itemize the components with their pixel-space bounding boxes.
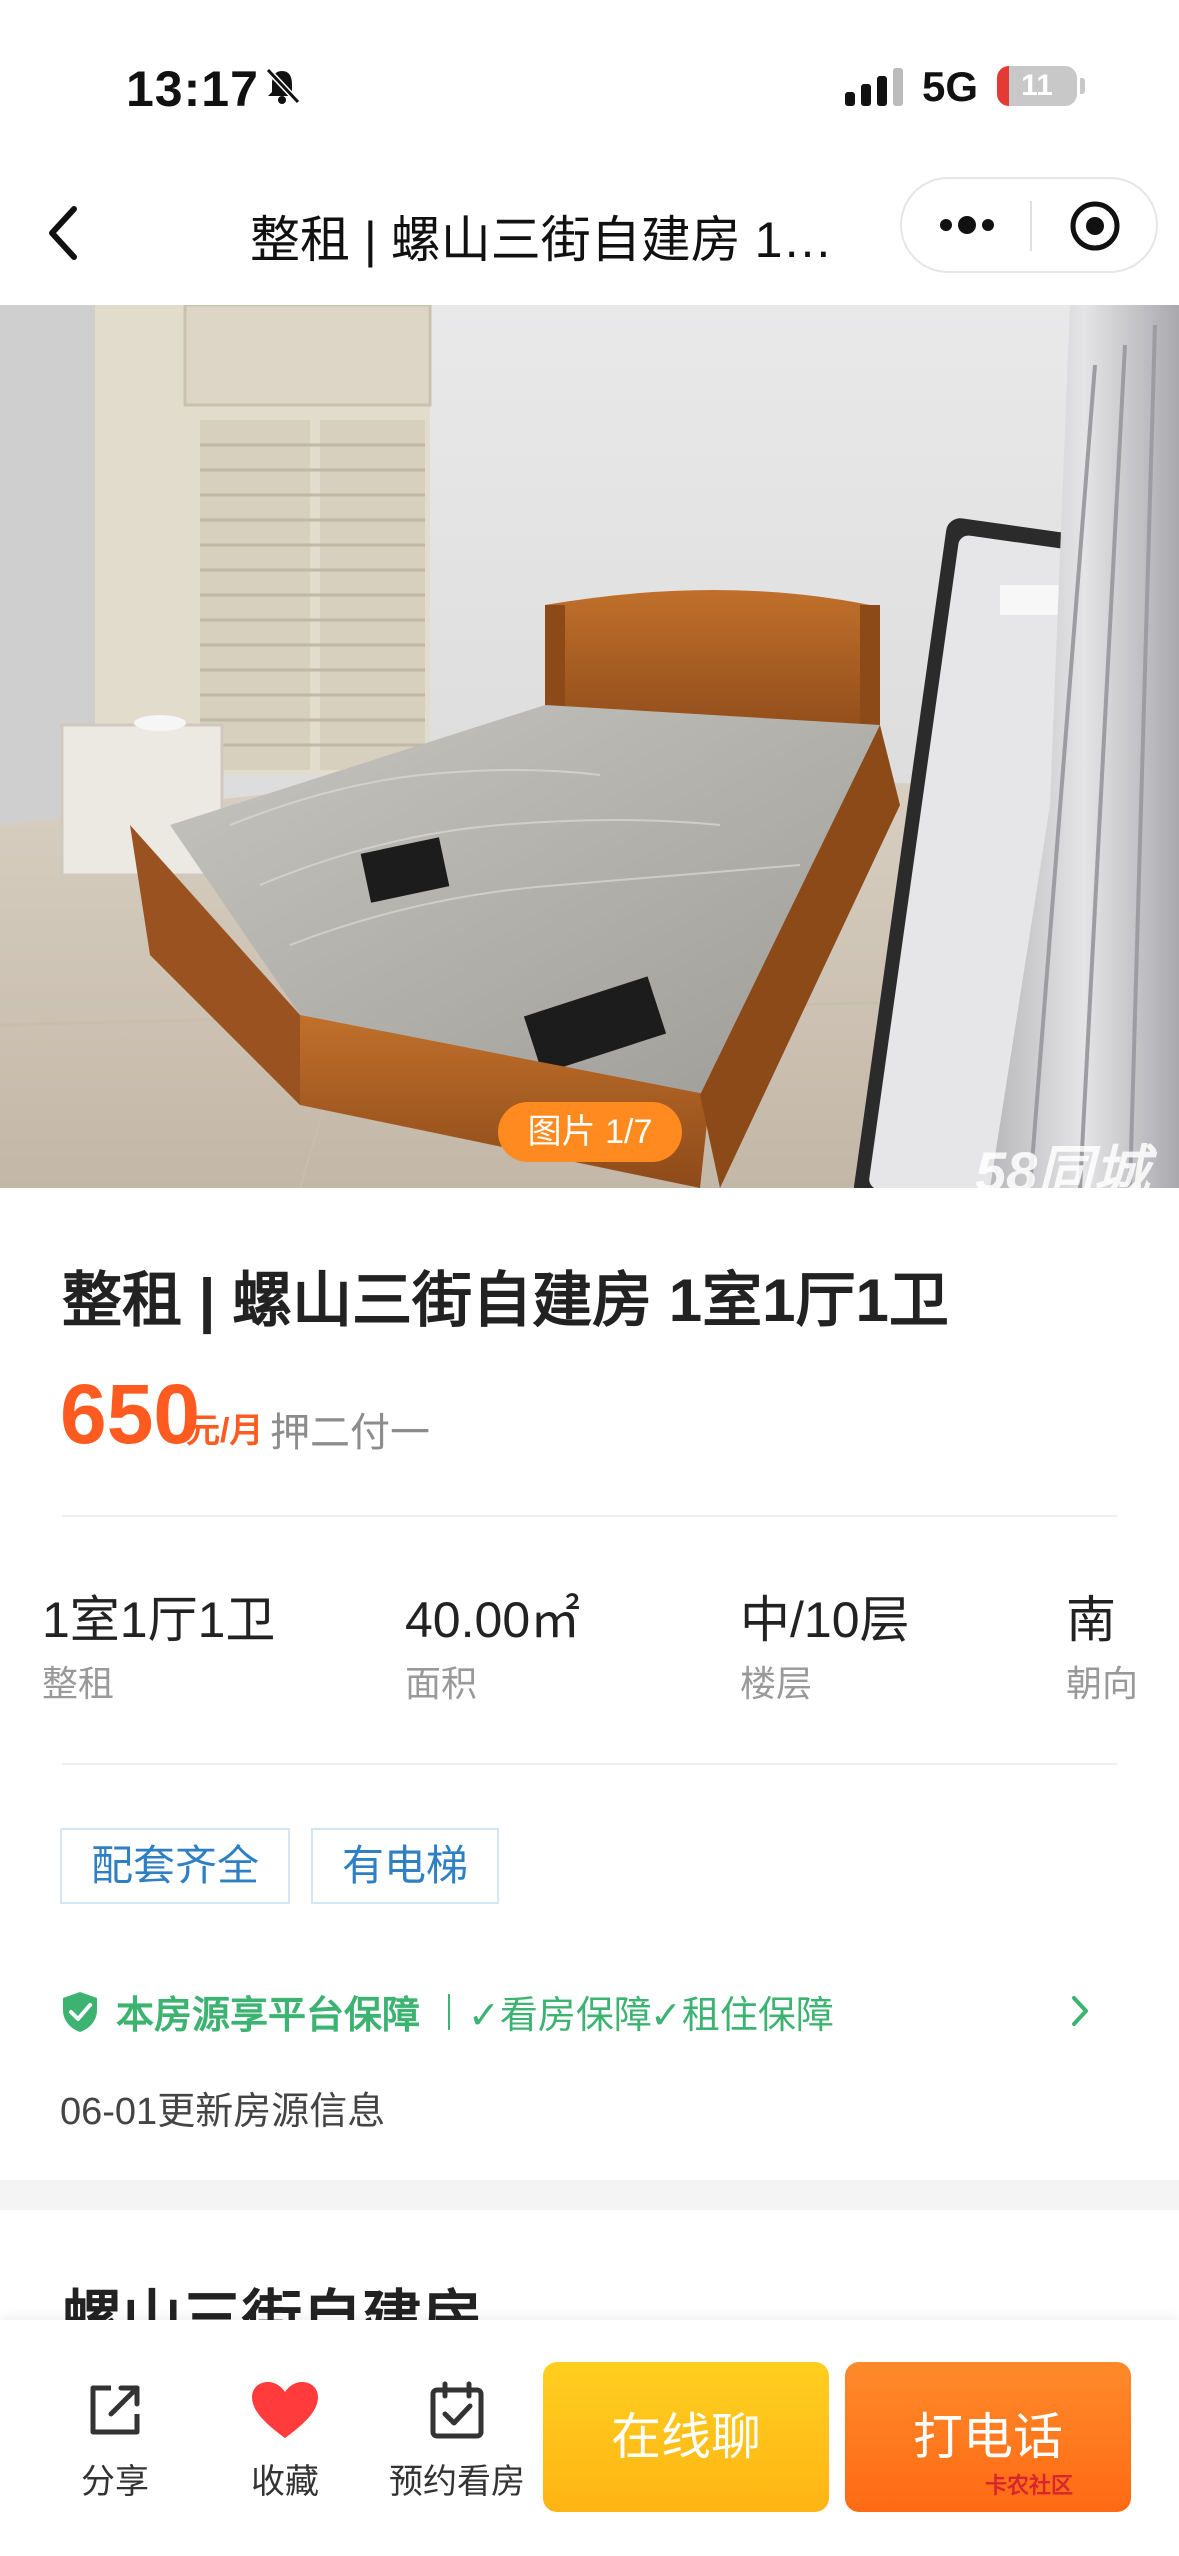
chevron-right-icon	[1072, 1996, 1088, 2026]
calendar-check-icon	[430, 2381, 484, 2439]
shield-check-icon	[63, 1992, 97, 2032]
battery-icon: 11	[997, 66, 1077, 106]
signal-icon	[845, 68, 903, 106]
favorite-label: 收藏	[251, 2463, 319, 2501]
price-unit: 元/月	[186, 1412, 264, 1450]
divider	[62, 1515, 1117, 1517]
status-bar: 13:17 5G 11	[0, 0, 1179, 165]
mini-program-capsule	[900, 177, 1158, 273]
close-target-icon[interactable]	[1068, 199, 1122, 253]
update-notice: 06-01更新房源信息	[60, 2091, 386, 2133]
bottom-action-bar: 分享 收藏 预约看房 在线聊 打电话 卡农社区	[0, 2320, 1179, 2556]
listing-title: 整租 | 螺山三街自建房 1室1厅1卫	[62, 1267, 949, 1334]
spec-orientation-label: 朝向	[1066, 1663, 1139, 1704]
price-value: 650	[60, 1367, 201, 1461]
bedroom-photo	[0, 305, 1179, 1188]
nav-title: 整租 | 螺山三街自建房 1…	[250, 212, 833, 268]
spec-area-value: 40.00㎡	[405, 1592, 581, 1648]
payment-terms: 押二付一	[270, 1411, 430, 1455]
spec-floor-value: 中/10层	[740, 1592, 910, 1648]
back-icon[interactable]	[44, 203, 84, 263]
more-icon[interactable]	[940, 213, 1000, 236]
spec-layout-label: 整租	[42, 1663, 115, 1704]
bell-muted-icon	[265, 67, 301, 105]
share-button[interactable]: 分享	[45, 2380, 185, 2503]
nav-bar: 整租 | 螺山三街自建房 1…	[0, 165, 1179, 305]
network-type: 5G	[922, 63, 979, 110]
heart-icon	[252, 2382, 318, 2438]
spec-floor-label: 楼层	[740, 1663, 813, 1704]
listing-photo[interactable]: 图片 1/7 58同城	[0, 305, 1179, 1188]
share-icon	[90, 2385, 140, 2435]
spec-layout-value: 1室1厅1卫	[42, 1592, 276, 1648]
chat-online-button[interactable]: 在线聊	[543, 2362, 829, 2512]
share-label: 分享	[81, 2463, 149, 2501]
corner-watermark: 卡农社区	[985, 2473, 1074, 2498]
divider	[62, 1763, 1117, 1765]
watermark-logo: 58同城	[975, 1140, 1150, 1188]
platform-guarantee-row[interactable]: 本房源享平台保障 ✓看房保障 ✓租住保障	[60, 1980, 1120, 2040]
section-gap	[0, 2180, 1179, 2210]
guarantee-viewing: ✓看房保障	[468, 1995, 652, 2037]
guarantee-renting: ✓租住保障	[650, 1995, 834, 2037]
spec-area-label: 面积	[405, 1663, 478, 1704]
tag-furnished: 配套齐全	[60, 1828, 290, 1904]
photo-counter-badge: 图片 1/7	[498, 1102, 682, 1162]
battery-level: 11	[1021, 69, 1053, 102]
tag-elevator: 有电梯	[311, 1828, 499, 1904]
favorite-button[interactable]: 收藏	[215, 2380, 355, 2503]
separator	[448, 1994, 450, 2030]
spec-orientation-value: 南	[1066, 1592, 1116, 1648]
schedule-viewing-button[interactable]: 预约看房	[387, 2380, 527, 2503]
status-time: 13:17	[126, 61, 259, 117]
schedule-label: 预约看房	[389, 2463, 525, 2501]
guarantee-main: 本房源享平台保障	[116, 1995, 421, 2037]
